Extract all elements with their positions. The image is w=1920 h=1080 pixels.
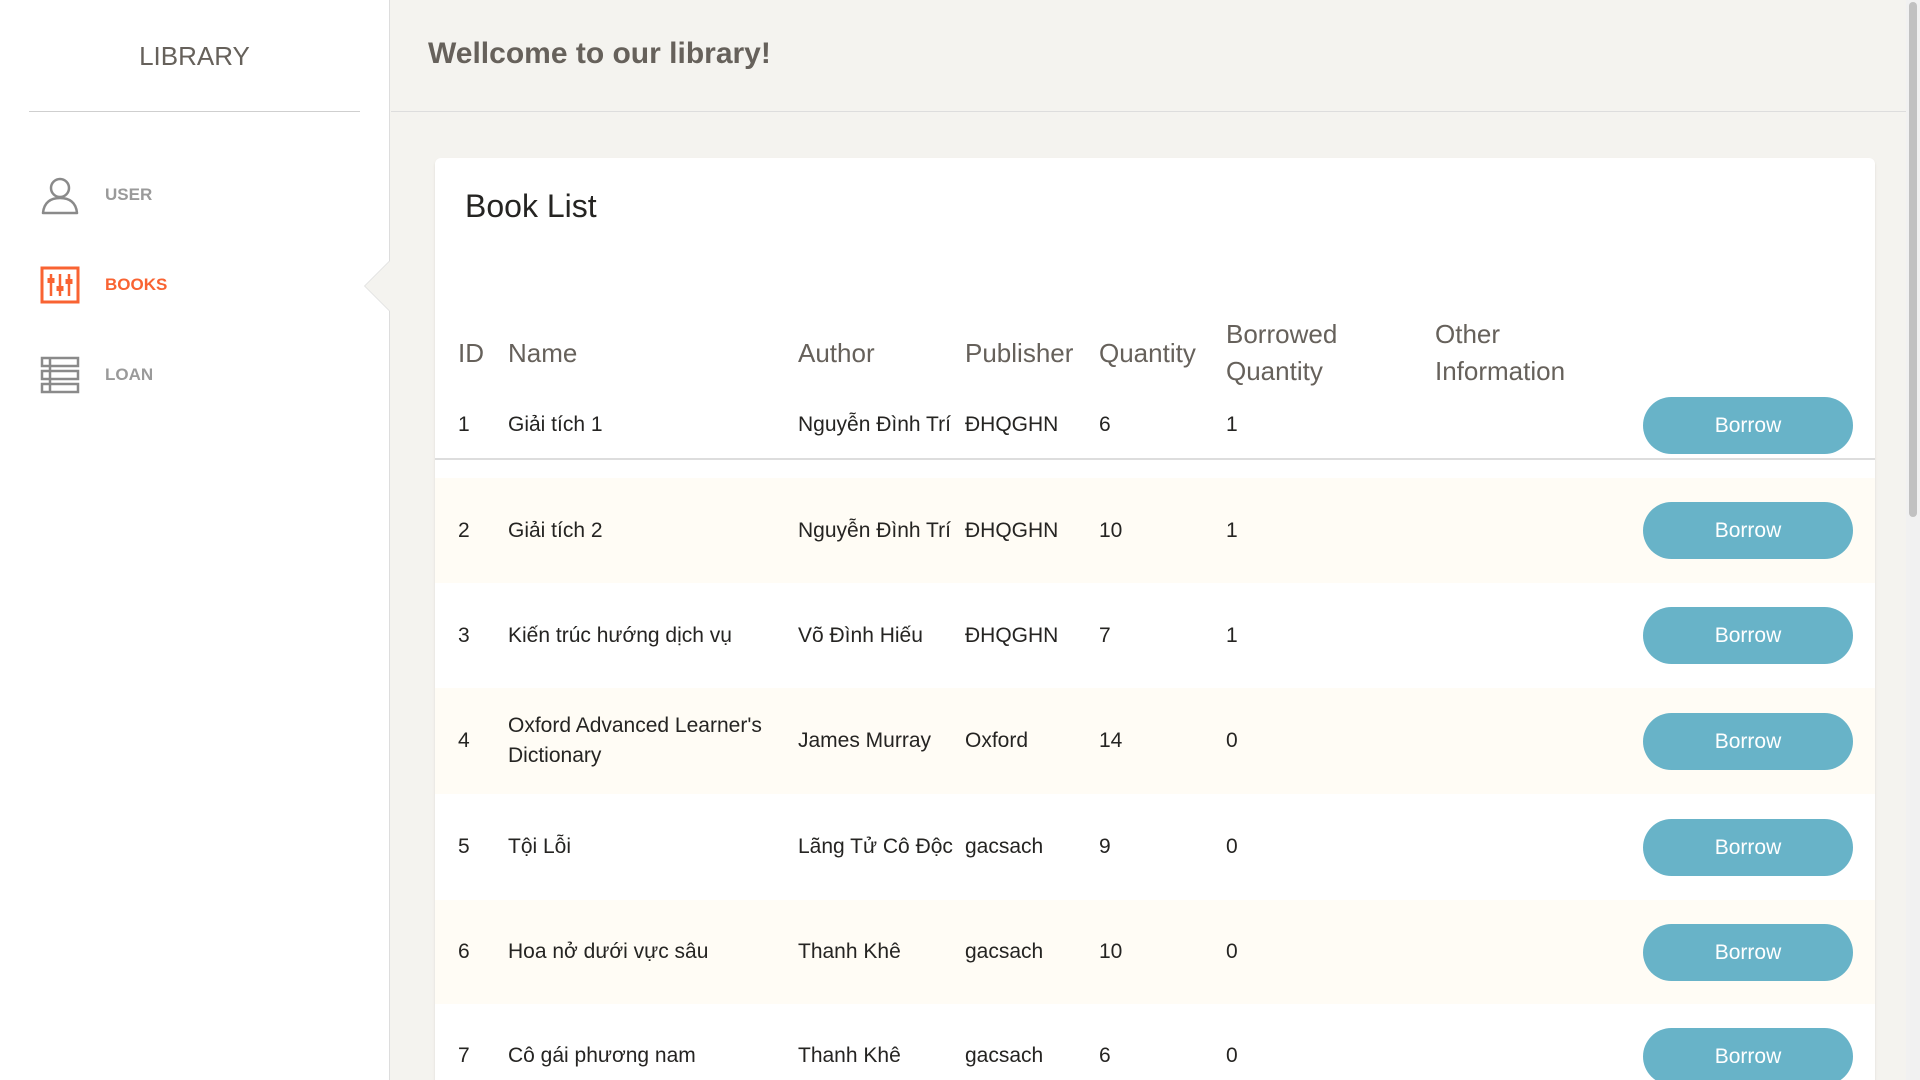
cell-other-information — [1435, 1004, 1635, 1080]
top-navbar: Wellcome to our library! — [391, 0, 1920, 112]
cell-author: Lãng Tử Cô Độc — [798, 835, 953, 858]
cell-borrowed-quantity: 0 — [1226, 1044, 1238, 1067]
loan-icon — [40, 353, 80, 397]
cell-borrowed-quantity: 1 — [1226, 518, 1238, 542]
cell-other-information — [1435, 900, 1635, 1004]
cell-author: Nguyễn Đình Trí — [798, 413, 951, 436]
borrow-button[interactable]: Borrow — [1643, 819, 1853, 876]
cell-name: Giải tích 1 — [508, 413, 603, 436]
table-row: 5 Tội Lỗi Lãng Tử Cô Độc gacsach 9 0 Borrow — [435, 794, 1875, 900]
cell-publisher: gacsach — [965, 940, 1044, 963]
cell-name: Kiến trúc hướng dịch vụ — [508, 623, 732, 647]
cell-author: Thanh Khê — [798, 940, 901, 963]
cell-quantity: 14 — [1099, 729, 1123, 752]
sidebar-item-user[interactable]: USER — [40, 170, 152, 220]
borrow-button[interactable]: Borrow — [1643, 1028, 1853, 1080]
cell-other-information — [1435, 688, 1635, 794]
cell-quantity: 9 — [1099, 835, 1111, 858]
cell-publisher: ĐHQGHN — [965, 518, 1059, 542]
active-caret — [365, 261, 390, 311]
table-row: 2 Giải tích 2 Nguyễn Đình Trí ĐHQGHN 10 1 Borr… — [435, 478, 1875, 583]
cell-borrowed-quantity: 0 — [1226, 940, 1238, 963]
cell-borrowed-quantity: 1 — [1226, 413, 1238, 436]
user-icon — [40, 173, 80, 217]
cell-publisher: Oxford — [965, 729, 1029, 752]
cell-id: 5 — [458, 835, 470, 858]
sidebar-item-books[interactable]: BOOKS — [40, 260, 167, 310]
cell-borrowed-quantity: 0 — [1226, 835, 1238, 858]
cell-author: Thanh Khê — [798, 1044, 901, 1067]
cell-name: Tội Lỗi — [508, 835, 572, 858]
page-title: Wellcome to our library! — [428, 37, 771, 70]
cell-name: Giải tích 2 — [508, 518, 603, 542]
cell-publisher: gacsach — [965, 835, 1044, 858]
cell-quantity: 10 — [1099, 518, 1123, 542]
borrow-button[interactable]: Borrow — [1643, 502, 1853, 559]
table-row: 4 Oxford Advanced Learner's Dictionary Jam… — [435, 688, 1875, 794]
cell-id: 6 — [458, 940, 470, 963]
cell-name: Cô gái phương nam — [508, 1044, 696, 1067]
cell-other-information — [1435, 478, 1635, 583]
cell-id: 7 — [458, 1044, 470, 1067]
cell-author: Nguyễn Đình Trí — [798, 518, 951, 542]
borrow-button[interactable]: Borrow — [1643, 924, 1853, 981]
cell-other-information — [1435, 583, 1635, 688]
cell-other-information — [1435, 372, 1635, 478]
books-icon — [40, 263, 80, 307]
card-title: Book List — [465, 188, 597, 224]
cell-quantity: 6 — [1099, 413, 1111, 436]
cell-name: Hoa nở dưới vực sâu — [508, 940, 709, 963]
sidebar-item-label: LOAN — [105, 365, 154, 384]
scrollbar-thumb[interactable] — [1909, 2, 1917, 517]
cell-other-information — [1435, 794, 1635, 900]
cell-id: 1 — [458, 413, 470, 436]
cell-id: 3 — [458, 623, 470, 647]
cell-borrowed-quantity: 0 — [1226, 729, 1238, 752]
book-list-card: Book List ID Name Author Publisher Quant… — [435, 158, 1875, 1080]
cell-publisher: ĐHQGHN — [965, 623, 1059, 647]
sidebar-item-label: USER — [105, 185, 153, 204]
borrow-button[interactable]: Borrow — [1643, 607, 1853, 664]
cell-id: 2 — [458, 518, 470, 542]
table-row: 3 Kiến trúc hướng dịch vụ Võ Đình Hiếu ĐHQG… — [435, 583, 1875, 688]
table-row: 7 Cô gái phương nam Thanh Khê gacsach 6 0 Borr… — [435, 1004, 1875, 1080]
table-row: 1 Giải tích 1 Nguyễn Đình Trí ĐHQGHN 6 1 Borro… — [435, 372, 1875, 478]
scrollbar[interactable] — [1906, 0, 1920, 1080]
cell-borrowed-quantity: 1 — [1226, 623, 1238, 647]
brand-logo[interactable]: LIBRARY — [29, 0, 360, 112]
cell-publisher: gacsach — [965, 1044, 1044, 1067]
cell-publisher: ĐHQGHN — [965, 413, 1059, 436]
sidebar: LIBRARY USER BOOKS LOAN — [0, 0, 390, 1080]
cell-author: Võ Đình Hiếu — [798, 623, 923, 647]
sidebar-item-label: BOOKS — [105, 275, 168, 294]
table-row: 6 Hoa nở dưới vực sâu Thanh Khê gacsach 10 0 B… — [435, 900, 1875, 1004]
cell-id: 4 — [458, 729, 470, 752]
cell-quantity: 6 — [1099, 1044, 1111, 1067]
borrow-button[interactable]: Borrow — [1643, 713, 1853, 770]
cell-name: Oxford Advanced Learner's Dictionary — [508, 714, 762, 767]
cell-quantity: 7 — [1099, 623, 1111, 647]
borrow-button[interactable]: Borrow — [1643, 397, 1853, 454]
cell-quantity: 10 — [1099, 940, 1123, 963]
cell-author: James Murray — [798, 729, 932, 752]
sidebar-item-loan[interactable]: LOAN — [40, 350, 153, 400]
